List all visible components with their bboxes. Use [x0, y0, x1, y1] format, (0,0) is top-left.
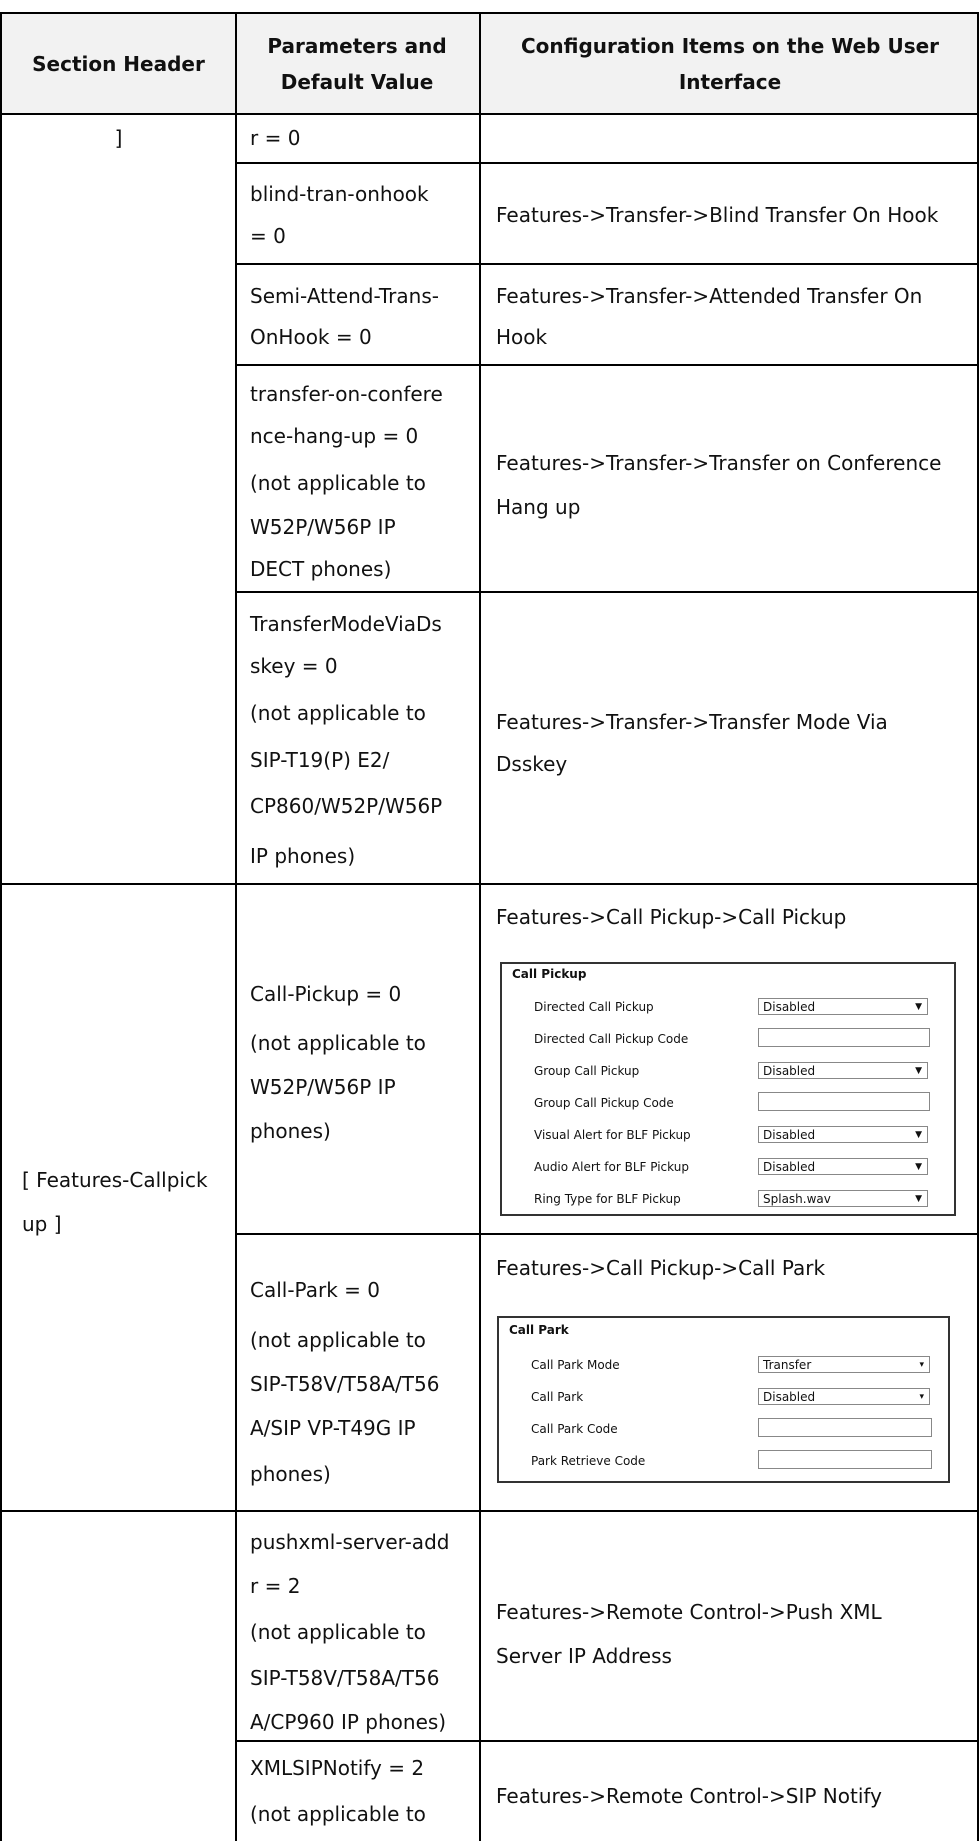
param-text: phones)	[250, 1462, 331, 1486]
ring-type-blf-pickup-select[interactable]: Splash.wav ▼	[758, 1190, 928, 1207]
group-call-pickup-label: Group Call Pickup	[534, 1064, 640, 1078]
column-divider-2	[479, 12, 481, 1841]
config-path: Server IP Address	[496, 1644, 672, 1668]
config-path: Dsskey	[496, 752, 568, 776]
section-header-cell: ]	[114, 126, 123, 150]
header-configuration: Configuration Items on the Web User Inte…	[520, 34, 940, 94]
param-text: SIP-T58V/T58A/T56	[250, 1372, 440, 1396]
row-divider	[235, 1233, 979, 1235]
param-text: transfer-on-confere	[250, 382, 443, 406]
param-text: (not applicable to	[250, 1802, 426, 1826]
row-divider	[235, 591, 979, 593]
row-divider	[235, 162, 979, 164]
directed-call-pickup-select[interactable]: Disabled ▼	[758, 998, 928, 1015]
section-header-cell: [ Features-Callpick	[22, 1168, 208, 1192]
header-divider	[0, 113, 979, 115]
param-text: TransferModeViaDs	[250, 612, 442, 636]
config-path: Features->Call Pickup->Call Pickup	[496, 905, 847, 929]
param-text: (not applicable to	[250, 1031, 426, 1055]
call-park-panel: Call Park Call Park Mode Transfer ▾ Call …	[497, 1316, 950, 1483]
config-path: Features->Call Pickup->Call Park	[496, 1256, 826, 1280]
param-text: (not applicable to	[250, 1328, 426, 1352]
param-text: (not applicable to	[250, 701, 426, 725]
config-path: Hook	[496, 325, 548, 349]
visual-alert-blf-pickup-select[interactable]: Disabled ▼	[758, 1126, 928, 1143]
group-call-pickup-code-input[interactable]	[758, 1092, 930, 1111]
group-call-pickup-code-label: Group Call Pickup Code	[534, 1096, 674, 1110]
param-text: nce-hang-up = 0	[250, 424, 419, 448]
dropdown-arrow-icon: ▼	[915, 1002, 922, 1012]
directed-call-pickup-code-input[interactable]	[758, 1028, 930, 1047]
call-pickup-panel: Call Pickup Directed Call Pickup Disable…	[500, 962, 956, 1216]
param-text: pushxml-server-add	[250, 1530, 450, 1554]
config-path: Features->Transfer->Transfer on Conferen…	[496, 451, 942, 475]
group-call-pickup-select[interactable]: Disabled ▼	[758, 1062, 928, 1079]
param-text: SIP-T58V/T58A/T56	[250, 1666, 440, 1690]
dropdown-arrow-icon: ▼	[915, 1130, 922, 1140]
table-border-top	[0, 12, 979, 14]
park-retrieve-code-label: Park Retrieve Code	[531, 1454, 646, 1468]
param-text: blind-tran-onhook	[250, 182, 429, 206]
table-border-left	[0, 12, 2, 1841]
config-path: Hang up	[496, 495, 581, 519]
call-park-select[interactable]: Disabled ▾	[758, 1388, 930, 1405]
call-park-mode-select[interactable]: Transfer ▾	[758, 1356, 930, 1373]
param-text: Call-Pickup = 0	[250, 982, 402, 1006]
config-path: Features->Transfer->Blind Transfer On Ho…	[496, 203, 939, 227]
param-text: XMLSIPNotify = 2	[250, 1756, 425, 1780]
param-text: IP phones)	[250, 844, 356, 868]
param-text: (not applicable to	[250, 471, 426, 495]
call-park-code-label: Call Park Code	[531, 1422, 618, 1436]
param-text: DECT phones)	[250, 557, 392, 581]
param-text: CP860/W52P/W56P	[250, 794, 443, 818]
section-header-cell: up ]	[22, 1212, 62, 1236]
header-parameters: Parameters and Default Value	[267, 34, 447, 94]
param-text: A/CP960 IP phones)	[250, 1710, 447, 1734]
param-text: W52P/W56P IP	[250, 515, 396, 539]
param-text: = 0	[250, 224, 286, 248]
call-park-panel-title: Call Park	[509, 1323, 569, 1337]
param-text: (not applicable to	[250, 1620, 426, 1644]
dropdown-arrow-icon: ▼	[915, 1066, 922, 1076]
section-divider	[0, 1510, 979, 1512]
column-divider-1	[235, 12, 237, 1841]
directed-call-pickup-code-label: Directed Call Pickup Code	[534, 1032, 689, 1046]
call-park-label: Call Park	[531, 1390, 584, 1404]
row-divider	[235, 1740, 979, 1742]
audio-alert-blf-pickup-label: Audio Alert for BLF Pickup	[534, 1160, 689, 1174]
dropdown-arrow-icon: ▼	[915, 1194, 922, 1204]
param-text: OnHook = 0	[250, 325, 372, 349]
config-path: Features->Transfer->Attended Transfer On	[496, 284, 923, 308]
chevron-down-icon: ▾	[919, 1392, 924, 1402]
param-text: Call-Park = 0	[250, 1278, 380, 1302]
param-text: W52P/W56P IP	[250, 1075, 396, 1099]
param-text: r = 0	[250, 126, 301, 150]
chevron-down-icon: ▾	[919, 1360, 924, 1370]
call-pickup-panel-title: Call Pickup	[512, 967, 587, 981]
config-path: Features->Transfer->Transfer Mode Via	[496, 710, 888, 734]
param-text: SIP-T19(P) E2/	[250, 748, 390, 772]
param-text: r = 2	[250, 1574, 301, 1598]
param-text: skey = 0	[250, 654, 338, 678]
param-text: phones)	[250, 1119, 331, 1143]
section-divider	[0, 883, 979, 885]
config-path: Features->Remote Control->Push XML	[496, 1600, 882, 1624]
ring-type-blf-pickup-label: Ring Type for BLF Pickup	[534, 1192, 681, 1206]
directed-call-pickup-label: Directed Call Pickup	[534, 1000, 654, 1014]
row-divider	[235, 364, 979, 366]
visual-alert-blf-pickup-label: Visual Alert for BLF Pickup	[534, 1128, 691, 1142]
dropdown-arrow-icon: ▼	[915, 1162, 922, 1172]
audio-alert-blf-pickup-select[interactable]: Disabled ▼	[758, 1158, 928, 1175]
config-path: Features->Remote Control->SIP Notify	[496, 1784, 882, 1808]
park-retrieve-code-input[interactable]	[758, 1450, 932, 1469]
header-section: Section Header	[32, 52, 205, 76]
call-park-mode-label: Call Park Mode	[531, 1358, 620, 1372]
row-divider	[235, 263, 979, 265]
param-text: Semi-Attend-Trans-	[250, 284, 439, 308]
call-park-code-input[interactable]	[758, 1418, 932, 1437]
param-text: A/SIP VP-T49G IP	[250, 1416, 416, 1440]
